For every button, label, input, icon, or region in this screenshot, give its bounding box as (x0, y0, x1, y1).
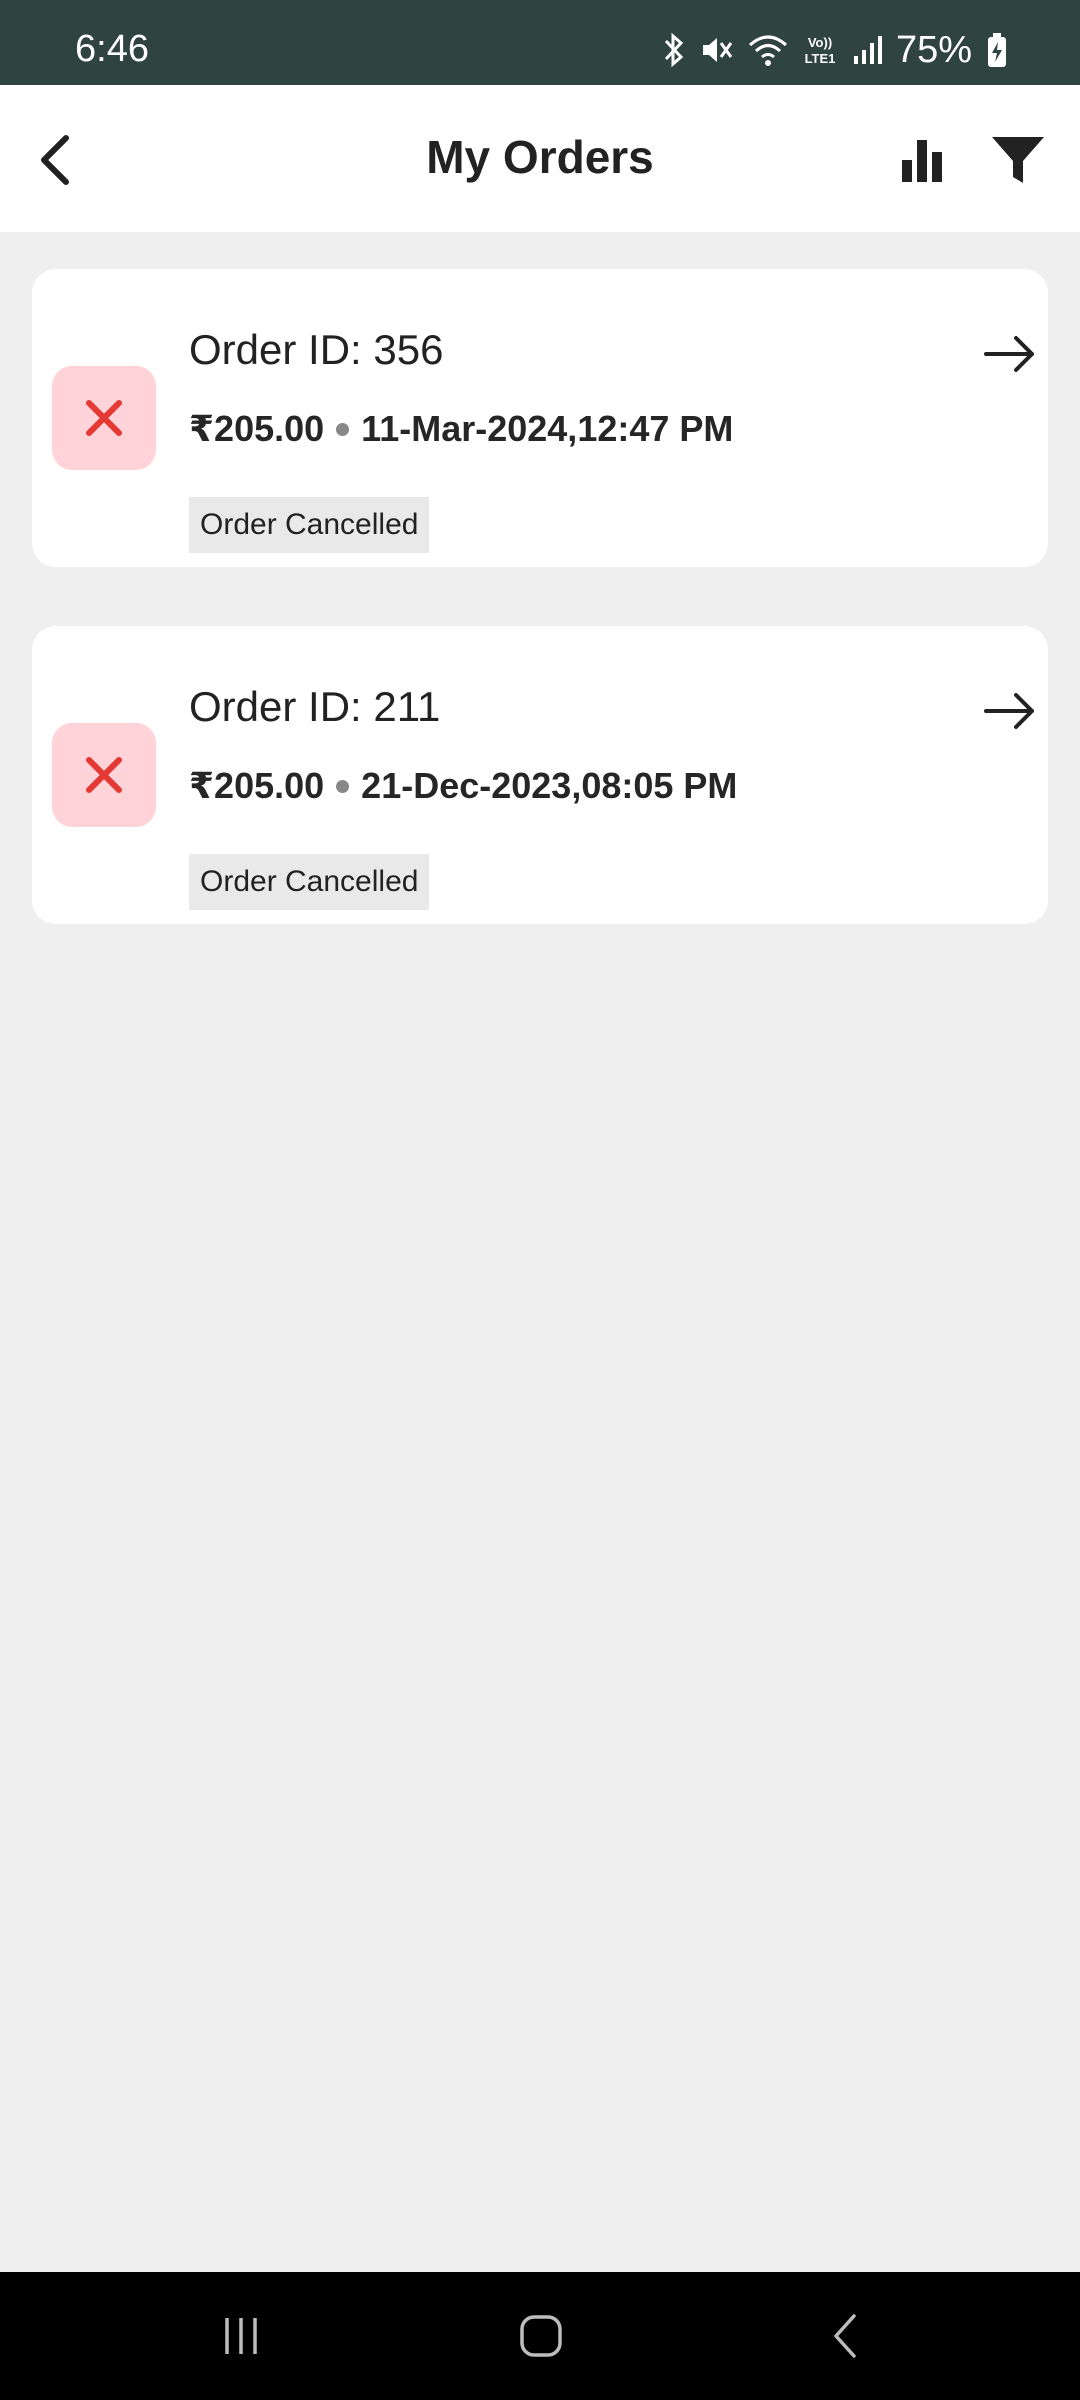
status-bar: 6:46 Vo)) LTE1 75% (0, 0, 1080, 85)
order-status-badge: Order Cancelled (189, 854, 430, 910)
back-icon (834, 2314, 856, 2358)
close-icon (86, 400, 122, 436)
signal-icon (853, 36, 882, 64)
order-meta: ₹205.00 11-Mar-2024,12:47 PM (189, 411, 733, 447)
order-id: Order ID: 356 (189, 326, 444, 373)
filter-icon (992, 137, 1044, 183)
order-card[interactable]: Order ID: 211 ₹205.00 21-Dec-2023,08:05 … (32, 626, 1048, 924)
order-amount: ₹205.00 (189, 765, 325, 806)
order-status-badge: Order Cancelled (189, 497, 430, 553)
cancelled-status-thumb (52, 723, 156, 827)
separator-dot (336, 779, 350, 793)
recent-apps-button[interactable] (206, 2304, 276, 2368)
open-order-button[interactable] (980, 686, 1040, 736)
volte-icon: Vo))LTE1 (805, 35, 836, 66)
close-icon (86, 757, 122, 793)
arrow-right-icon (984, 336, 1034, 372)
svg-text:LTE1: LTE1 (805, 51, 836, 66)
status-icons: Vo)) LTE1 75% (662, 30, 1008, 70)
cancelled-status-thumb (52, 366, 156, 470)
order-datetime: 21-Dec-2023,08:05 PM (361, 765, 738, 806)
system-nav-bar (0, 2272, 1080, 2400)
app-bar: My Orders (0, 85, 1080, 232)
battery-icon (988, 33, 1006, 67)
home-icon (520, 2315, 562, 2357)
svg-text:Vo)): Vo)) (808, 35, 832, 50)
order-datetime: 11-Mar-2024,12:47 PM (361, 408, 734, 449)
arrow-right-icon (984, 693, 1034, 729)
mute-icon (702, 38, 733, 62)
order-card[interactable]: Order ID: 356 ₹205.00 11-Mar-2024,12:47 … (32, 269, 1048, 567)
analytics-button[interactable] (892, 130, 952, 190)
recent-apps-icon (225, 2318, 257, 2354)
order-amount: ₹205.00 (189, 408, 325, 449)
filter-button[interactable] (986, 130, 1050, 190)
home-button[interactable] (506, 2304, 576, 2368)
order-id: Order ID: 211 (189, 683, 441, 730)
bluetooth-icon (664, 32, 684, 68)
battery-percent: 75% (895, 29, 972, 71)
order-meta: ₹205.00 21-Dec-2023,08:05 PM (189, 768, 737, 804)
status-time: 6:46 (75, 28, 149, 70)
bar-chart-icon (902, 140, 942, 182)
separator-dot (336, 422, 350, 436)
nav-back-button[interactable] (810, 2304, 880, 2368)
wifi-icon (748, 35, 787, 66)
open-order-button[interactable] (980, 329, 1040, 379)
